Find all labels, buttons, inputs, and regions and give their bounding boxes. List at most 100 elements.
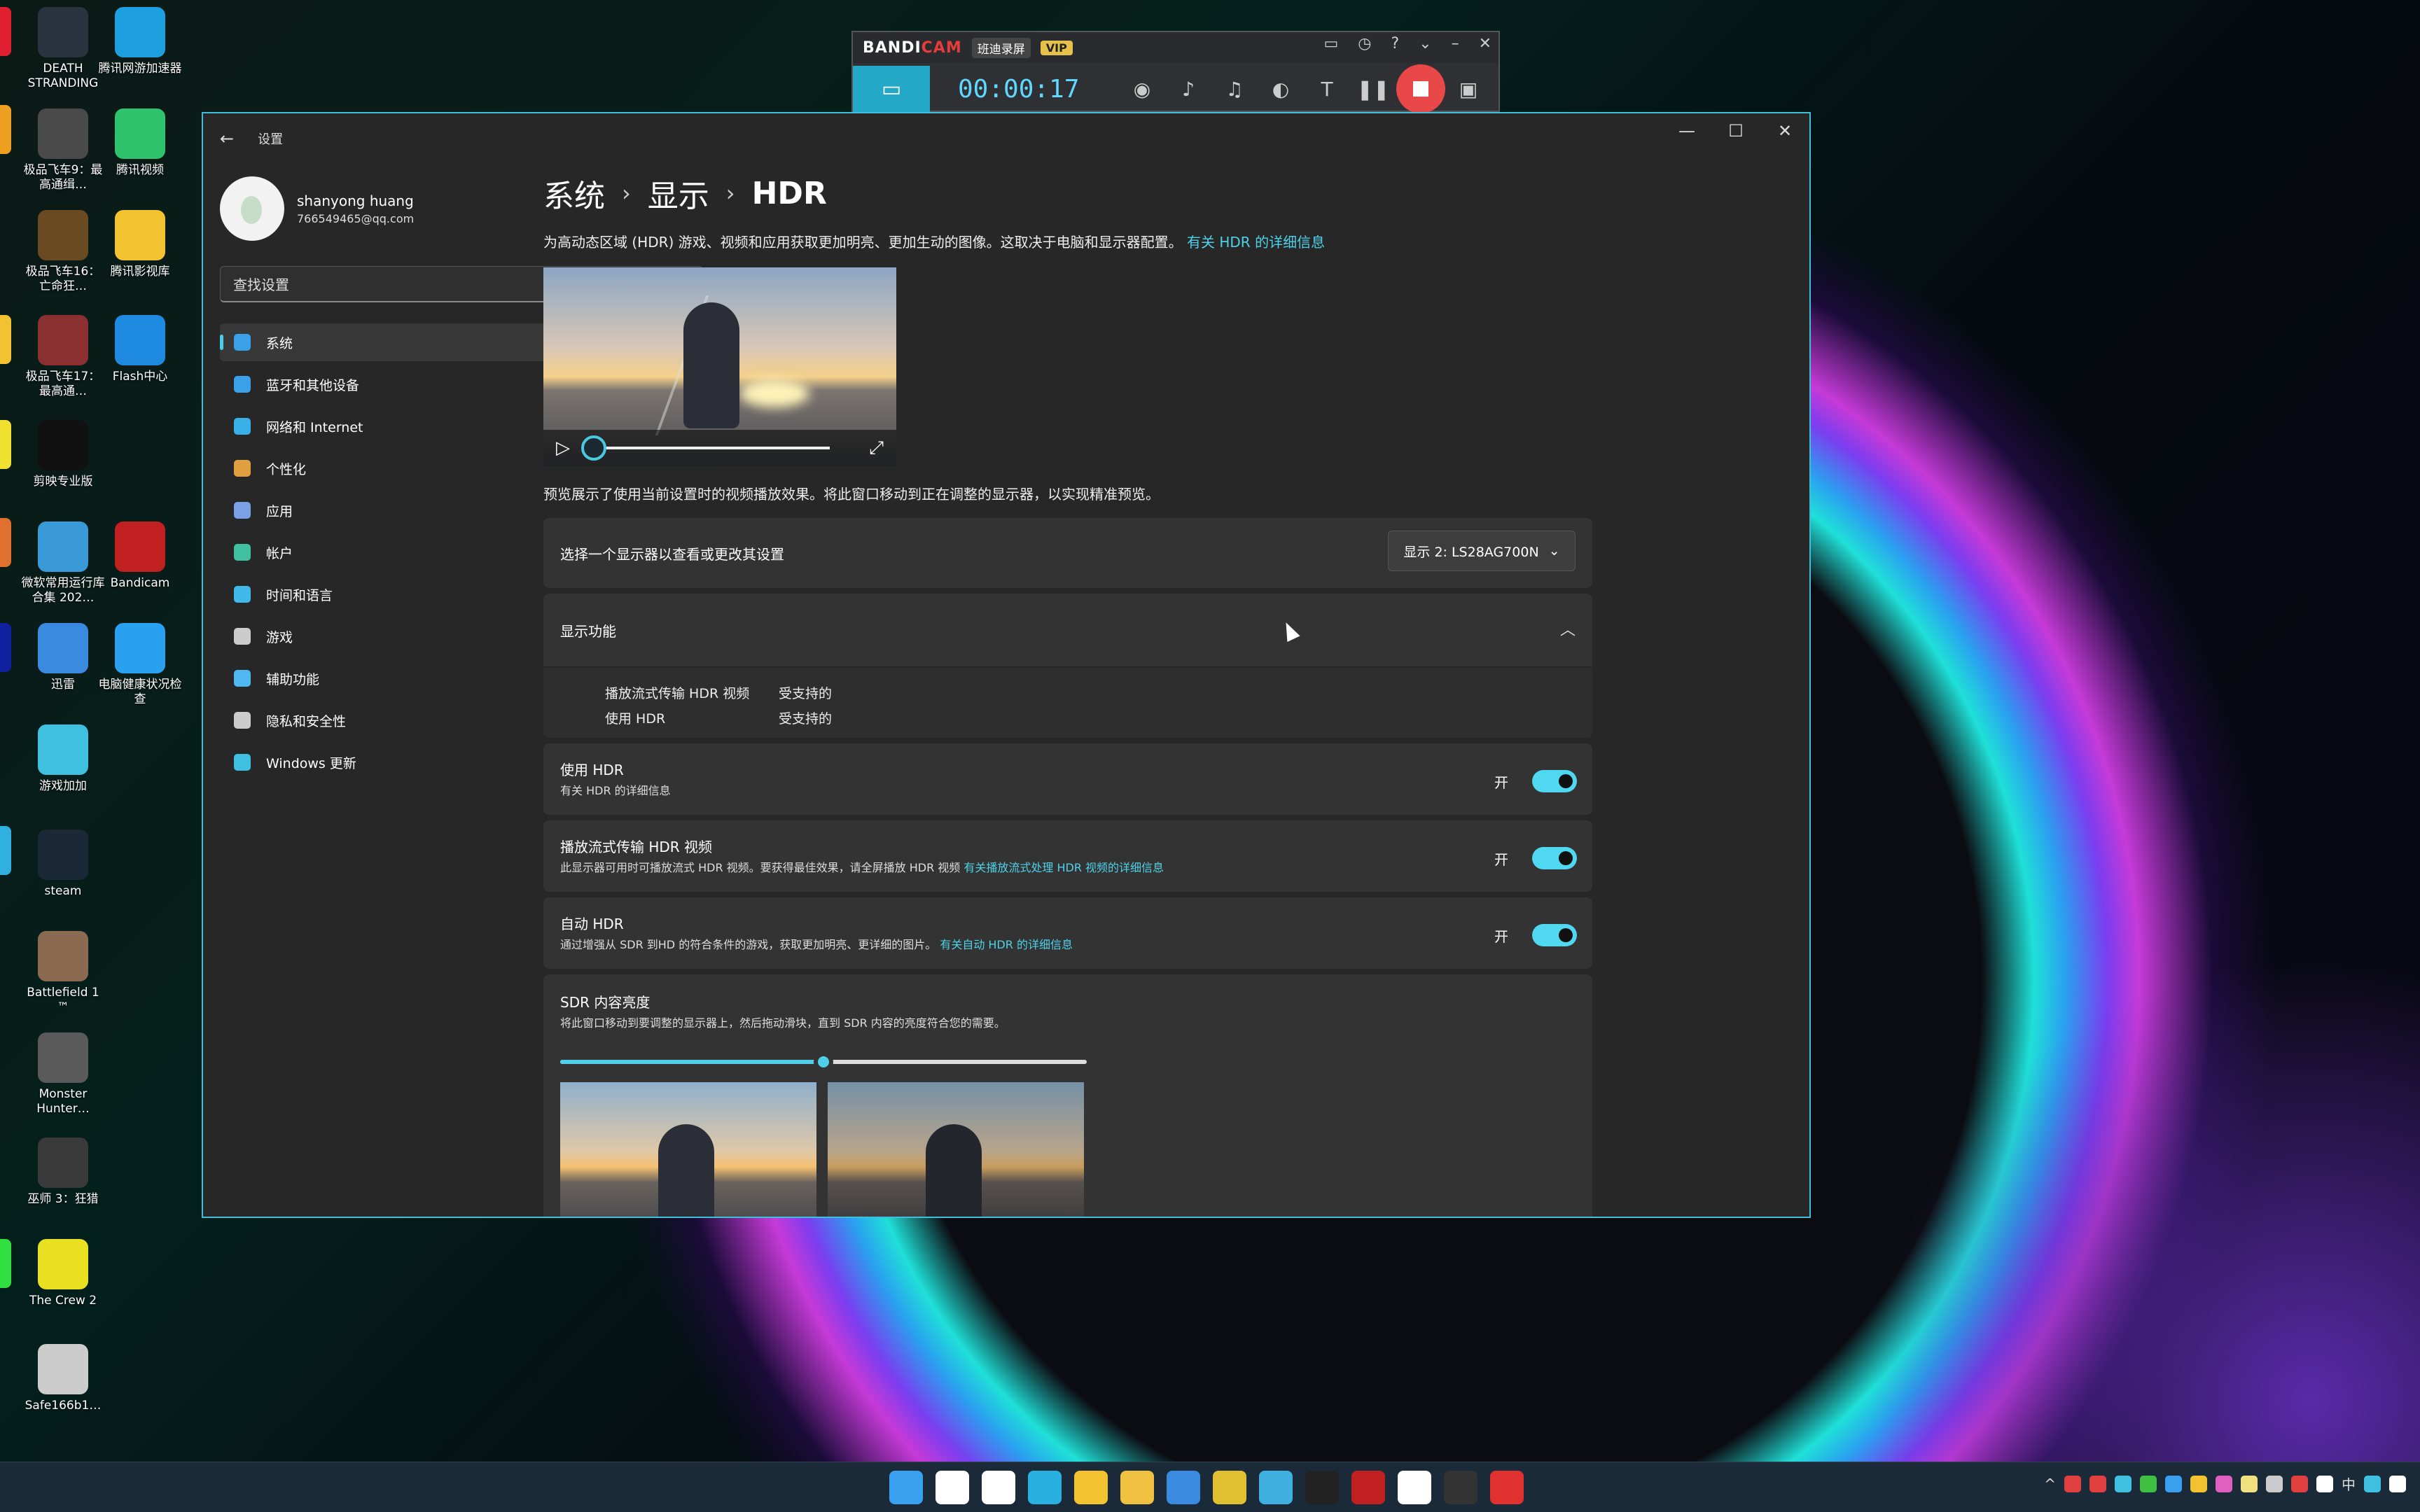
screen-mode-button[interactable]: ▭ bbox=[853, 66, 930, 112]
toggle-switch[interactable] bbox=[1532, 924, 1577, 946]
bluetooth-icon[interactable] bbox=[2165, 1475, 2182, 1492]
ime-indicator[interactable]: 中 bbox=[2342, 1474, 2356, 1494]
toggle-streaming-hdr[interactable]: 开 bbox=[1494, 847, 1577, 869]
search-icon[interactable] bbox=[936, 1471, 969, 1504]
desktop-icon[interactable]: 电脑健康状况检查 bbox=[98, 623, 182, 707]
tray-app-icon[interactable] bbox=[2089, 1475, 2106, 1492]
video-note: 预览展示了使用当前设置时的视频播放效果。将此窗口移动到正在调整的显示器，以实现精… bbox=[543, 486, 1160, 503]
setting-link[interactable]: 有关播放流式处理 HDR 视频的详细信息 bbox=[964, 861, 1164, 874]
breadcrumb-system[interactable]: 系统 bbox=[543, 171, 605, 216]
taskview-icon[interactable] bbox=[982, 1471, 1015, 1504]
desktop-edge-icon[interactable] bbox=[0, 518, 11, 567]
tray-app-icon[interactable] bbox=[2190, 1475, 2207, 1492]
desktop-icon[interactable]: The Crew 2 bbox=[21, 1239, 105, 1308]
hdr-info-link[interactable]: 有关 HDR 的详细信息 bbox=[1187, 234, 1325, 251]
network-icon[interactable] bbox=[2266, 1475, 2283, 1492]
camera-icon[interactable]: ▣ bbox=[1445, 78, 1491, 101]
desktop-icon[interactable]: 腾讯网游加速器 bbox=[98, 7, 182, 76]
folder-icon[interactable]: ▭ bbox=[1323, 35, 1338, 52]
desktop-edge-icon[interactable] bbox=[0, 315, 11, 364]
tray-app-icon[interactable] bbox=[2291, 1475, 2308, 1492]
chrome-icon[interactable] bbox=[1213, 1471, 1246, 1504]
explorer-icon[interactable] bbox=[1074, 1471, 1108, 1504]
desktop-icon-label: 电脑健康状况检查 bbox=[98, 678, 182, 706]
desktop-icon[interactable]: 巫师 3：狂猎 bbox=[21, 1138, 105, 1207]
settings-icon[interactable] bbox=[1398, 1471, 1431, 1504]
seek-knob[interactable] bbox=[581, 435, 606, 461]
tray-app-icon[interactable] bbox=[2064, 1475, 2081, 1492]
desktop-icon[interactable]: 腾讯视频 bbox=[98, 108, 182, 178]
toggle-use-hdr[interactable]: 开 bbox=[1494, 770, 1577, 792]
desktop-icon[interactable]: DEATH STRANDING bbox=[21, 7, 105, 91]
pause-icon[interactable]: ❚❚ bbox=[1350, 78, 1396, 101]
tray-app-icon[interactable] bbox=[2140, 1475, 2157, 1492]
cursor-effect-icon[interactable]: ◐ bbox=[1258, 78, 1304, 101]
vip-badge[interactable]: VIP bbox=[1040, 40, 1073, 55]
desktop-icon[interactable]: Safe166b1… bbox=[21, 1344, 105, 1413]
desktop-icon[interactable]: 腾讯影视库 bbox=[98, 210, 182, 279]
desktop-edge-icon[interactable] bbox=[0, 826, 11, 875]
toggle-switch[interactable] bbox=[1532, 770, 1577, 792]
desktop-icon[interactable]: 极品飞车9：最高通缉… bbox=[21, 108, 105, 192]
text-icon[interactable]: T bbox=[1304, 78, 1350, 101]
desktop-icon[interactable]: Monster Hunter… bbox=[21, 1032, 105, 1116]
speaker-icon[interactable]: ♪ bbox=[1165, 78, 1211, 101]
desktop-icon[interactable]: Battlefield 1 ™ bbox=[21, 931, 105, 1015]
app-icon bbox=[115, 7, 165, 57]
tray-app-icon[interactable] bbox=[2216, 1475, 2232, 1492]
desktop-icon[interactable]: 剪映专业版 bbox=[21, 420, 105, 489]
clock-icon[interactable]: ◷ bbox=[1358, 35, 1371, 52]
setting-link[interactable]: 有关 HDR 的详细信息 bbox=[560, 781, 671, 798]
breadcrumb-display[interactable]: 显示 bbox=[648, 171, 709, 216]
start-icon[interactable] bbox=[889, 1471, 923, 1504]
desktop-icon[interactable]: Bandicam bbox=[98, 522, 182, 591]
setting-link[interactable]: 有关自动 HDR 的详细信息 bbox=[940, 938, 1073, 951]
close-button[interactable]: ✕ bbox=[1760, 113, 1809, 148]
feishu-icon[interactable] bbox=[1259, 1471, 1293, 1504]
notification-icon[interactable] bbox=[2389, 1475, 2406, 1492]
capabilities-header[interactable]: 显示功能 ︿ bbox=[543, 594, 1592, 666]
collapse-icon[interactable]: ⌄ bbox=[1419, 35, 1431, 52]
desktop-icon[interactable]: 极品飞车17：最高通… bbox=[21, 315, 105, 399]
toggle-switch[interactable] bbox=[1532, 847, 1577, 869]
store-icon[interactable] bbox=[1120, 1471, 1154, 1504]
back-arrow-icon[interactable]: ← bbox=[220, 129, 234, 148]
mail-icon[interactable] bbox=[1167, 1471, 1200, 1504]
toggle-auto-hdr[interactable]: 开 bbox=[1494, 924, 1577, 946]
netease-icon[interactable] bbox=[1490, 1471, 1524, 1504]
gear-g-icon[interactable] bbox=[1305, 1471, 1339, 1504]
desktop-edge-icon[interactable] bbox=[0, 1239, 11, 1288]
tray-app-icon[interactable] bbox=[2364, 1475, 2381, 1492]
bandicam-icon[interactable] bbox=[1351, 1471, 1385, 1504]
obs-icon[interactable] bbox=[1444, 1471, 1477, 1504]
minimize-button[interactable]: — bbox=[1662, 113, 1711, 148]
tray-app-icon[interactable] bbox=[2241, 1475, 2258, 1492]
microphone-icon[interactable]: ♫ bbox=[1211, 78, 1258, 101]
volume-icon[interactable] bbox=[2316, 1475, 2333, 1492]
video-seekbar[interactable] bbox=[581, 435, 830, 461]
webcam-icon[interactable]: ◉ bbox=[1119, 78, 1165, 101]
desktop-icon[interactable]: 游戏加加 bbox=[21, 724, 105, 794]
close-icon[interactable]: ✕ bbox=[1479, 35, 1491, 52]
slider-thumb[interactable] bbox=[814, 1052, 833, 1072]
play-icon[interactable]: ▷ bbox=[556, 438, 570, 458]
edge-icon[interactable] bbox=[1028, 1471, 1062, 1504]
fullscreen-icon[interactable]: ⤢ bbox=[869, 438, 884, 459]
desktop-edge-icon[interactable] bbox=[0, 420, 11, 469]
desktop-icon[interactable]: 极品飞车16：亡命狂… bbox=[21, 210, 105, 294]
maximize-button[interactable]: ☐ bbox=[1711, 113, 1760, 148]
desktop-edge-icon[interactable] bbox=[0, 105, 11, 154]
tray-app-icon[interactable] bbox=[2115, 1475, 2132, 1492]
desktop-edge-icon[interactable] bbox=[0, 623, 11, 672]
desktop-icon[interactable]: 微软常用运行库合集 202… bbox=[21, 522, 105, 606]
chevron-up-icon[interactable]: ^ bbox=[2044, 1476, 2056, 1492]
display-dropdown[interactable]: 显示 2: LS28AG700N ⌄ bbox=[1388, 531, 1576, 571]
desktop-icon[interactable]: 迅雷 bbox=[21, 623, 105, 692]
help-icon[interactable]: ? bbox=[1391, 35, 1399, 52]
desktop-edge-icon[interactable] bbox=[0, 7, 11, 56]
stop-record-button[interactable] bbox=[1396, 64, 1445, 113]
desktop-icon[interactable]: Flash中心 bbox=[98, 315, 182, 384]
minimize-icon[interactable]: – bbox=[1452, 35, 1459, 52]
sdr-brightness-slider[interactable] bbox=[560, 1052, 1087, 1072]
desktop-icon[interactable]: steam bbox=[21, 830, 105, 899]
